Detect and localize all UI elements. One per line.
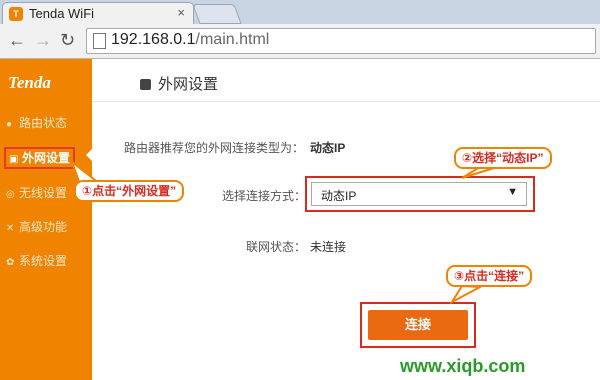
reload-icon[interactable]: ↻ (60, 30, 75, 50)
sidebar-item-wan-settings[interactable]: ▣ 外网设置 (4, 147, 76, 169)
recommend-value: 动态IP (310, 141, 346, 155)
status-value: 未连接 (310, 240, 347, 254)
highlight-box-select (305, 176, 535, 212)
sidebar-item-router-status[interactable]: ● 路由状态 (6, 114, 67, 132)
back-arrow-icon[interactable]: ← (8, 30, 26, 50)
status-icon: ● (6, 119, 13, 130)
new-tab-button[interactable] (192, 4, 242, 24)
tenda-logo: Tenda (8, 73, 51, 92)
gear-icon: ✿ (6, 257, 15, 268)
tab-close-icon[interactable]: × (177, 5, 185, 20)
active-pointer (86, 148, 93, 162)
page-icon (93, 33, 106, 49)
sidebar-item-wireless[interactable]: ◎ 无线设置 (6, 184, 67, 202)
status-label: 联网状态： (246, 240, 307, 254)
browser-toolbar: ← → ↻ 192.168.0.1/main.html (0, 24, 600, 59)
address-bar[interactable]: 192.168.0.1/main.html (86, 28, 596, 54)
browser-tab-bar: T Tenda WiFi × (0, 0, 600, 25)
tab-title: Tenda WiFi (29, 6, 95, 21)
connection-type-label: 选择连接方式： (222, 189, 307, 203)
sidebar-item-system[interactable]: ✿ 系统设置 (6, 252, 67, 270)
wireless-icon: ◎ (6, 189, 15, 200)
url-text: 192.168.0.1/main.html (111, 31, 270, 48)
highlight-box-connect (360, 302, 476, 348)
sidebar-item-advanced[interactable]: ✕ 高级功能 (6, 218, 67, 236)
recommend-label: 路由器推荐您的外网连接类型为： (124, 141, 305, 155)
watermark: www.xiqb.com (400, 356, 526, 376)
browser-tab[interactable]: T Tenda WiFi × (2, 2, 194, 25)
wan-title-icon (140, 79, 151, 90)
wan-icon: ▣ (9, 154, 19, 165)
page-title: 外网设置 (140, 73, 218, 94)
step3-callout: ③点击“连接” (446, 265, 533, 287)
tools-icon: ✕ (6, 223, 15, 234)
step2-callout: ②选择“动态IP” (454, 147, 552, 169)
divider (92, 101, 600, 102)
step1-callout: ①点击“外网设置” (74, 180, 185, 202)
forward-arrow-icon[interactable]: → (34, 30, 52, 50)
tenda-favicon-icon: T (9, 7, 23, 21)
